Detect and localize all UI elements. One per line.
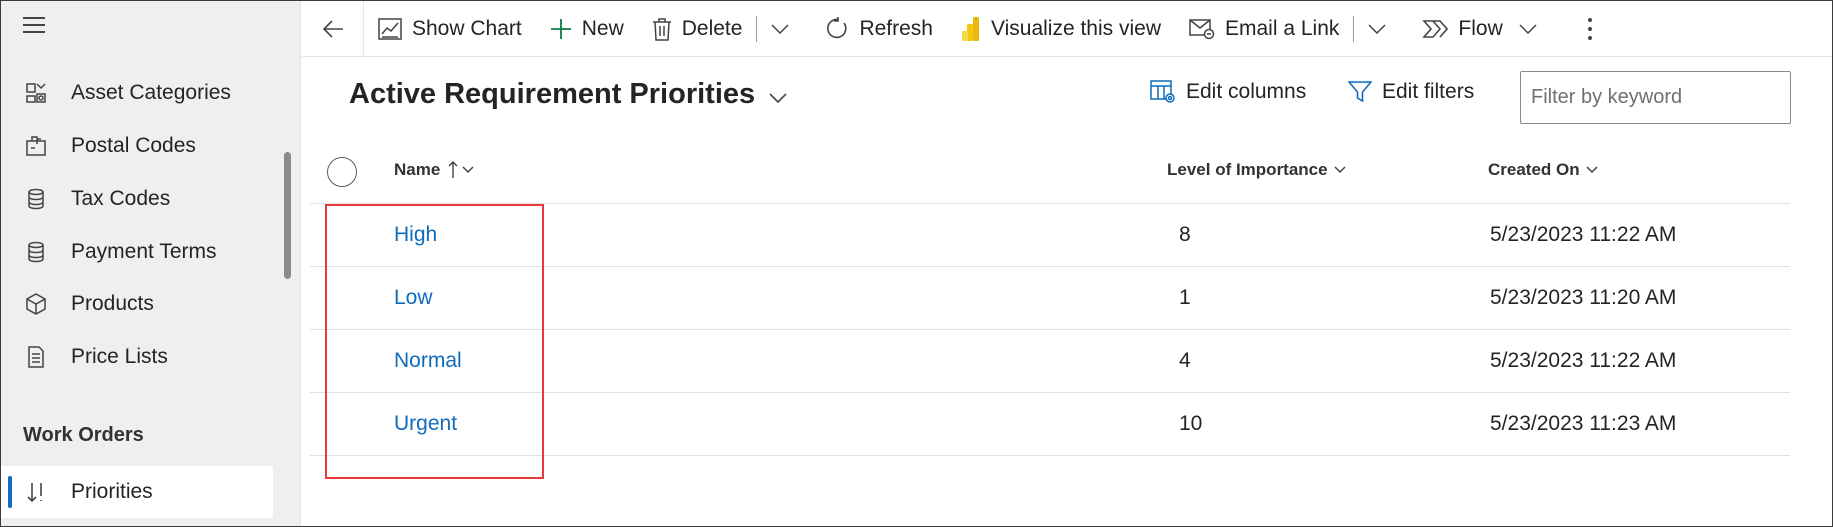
edit-filters-button[interactable]: Edit filters (1348, 80, 1474, 104)
refresh-button[interactable]: Refresh (811, 1, 947, 57)
back-arrow-icon (322, 19, 343, 38)
delete-button[interactable]: Delete (638, 1, 753, 57)
table-row[interactable]: High 8 5/23/2023 11:22 AM (310, 205, 1790, 267)
chevron-down-icon (769, 78, 787, 111)
sidebar-item-postal-codes[interactable]: Postal Codes (1, 120, 273, 172)
tax-codes-icon (23, 186, 49, 212)
row-level-of-importance: 8 (1179, 223, 1191, 246)
edit-columns-icon (1150, 80, 1176, 104)
flow-button[interactable]: Flow (1408, 1, 1508, 57)
new-button[interactable]: New (536, 1, 638, 57)
grid-header: Name Level of Importance Created On (310, 142, 1790, 204)
power-bi-icon (961, 16, 981, 42)
divider (1353, 15, 1355, 42)
trash-icon (652, 17, 672, 41)
plus-icon (550, 18, 572, 40)
chart-icon (378, 17, 402, 40)
row-level-of-importance: 10 (1179, 412, 1203, 435)
asset-categories-icon (23, 80, 49, 106)
select-all-checkbox[interactable] (327, 157, 357, 187)
edit-columns-button[interactable]: Edit columns (1150, 80, 1306, 104)
chevron-down-icon (1586, 166, 1598, 174)
sidebar-item-tax-codes[interactable]: Tax Codes (1, 173, 273, 225)
more-commands-button[interactable] (1577, 1, 1603, 57)
column-header-name[interactable]: Name (394, 160, 474, 180)
table-row[interactable]: Low 1 5/23/2023 11:20 AM (310, 268, 1790, 330)
chevron-down-icon (771, 23, 789, 34)
sidebar-item-priorities[interactable]: Priorities (1, 466, 273, 518)
row-name-link[interactable]: Low (394, 286, 433, 310)
chevron-down-icon (1368, 23, 1386, 34)
row-level-of-importance: 1 (1179, 286, 1191, 309)
priorities-icon (23, 479, 49, 505)
chevron-down-icon (1334, 166, 1346, 174)
price-lists-icon (23, 344, 49, 370)
sidebar-item-asset-categories[interactable]: Asset Categories (1, 67, 273, 119)
sort-ascending-icon (448, 161, 458, 179)
command-bar: Show Chart New Delete Refresh Visualize … (302, 0, 1832, 57)
back-button[interactable] (302, 0, 364, 57)
email-more-button[interactable] (1358, 1, 1396, 57)
sidebar-item-label: Products (71, 292, 154, 315)
sidebar-item-products[interactable]: Products (1, 278, 273, 330)
row-created-on: 5/23/2023 11:23 AM (1490, 412, 1677, 435)
row-name-link[interactable]: Urgent (394, 412, 457, 436)
row-level-of-importance: 4 (1179, 349, 1191, 372)
sidebar-item-label: Priorities (71, 480, 153, 503)
delete-more-button[interactable] (761, 1, 799, 57)
refresh-icon (825, 16, 849, 41)
products-icon (23, 291, 49, 317)
page-title: Active Requirement Priorities (349, 78, 756, 110)
filter-icon (1348, 80, 1372, 104)
email-link-icon (1189, 18, 1215, 40)
sidebar-item-label: Price Lists (71, 345, 168, 368)
table-row[interactable]: Normal 4 5/23/2023 11:22 AM (310, 331, 1790, 393)
more-vertical-icon (1587, 17, 1592, 40)
sidebar-item-label: Asset Categories (71, 81, 231, 104)
table-row[interactable]: Urgent 10 5/23/2023 11:23 AM (310, 394, 1790, 456)
flow-icon (1422, 19, 1449, 39)
sidebar-item-label: Payment Terms (71, 240, 217, 263)
flow-more-button[interactable] (1509, 1, 1547, 57)
sidebar-scrollbar[interactable] (284, 152, 291, 279)
row-name-link[interactable]: Normal (394, 349, 462, 373)
sidebar-item-payment-terms[interactable]: Payment Terms (1, 226, 273, 278)
sidebar-item-price-lists[interactable]: Price Lists (1, 331, 273, 383)
sidebar: Asset Categories Postal Codes Tax Codes … (1, 1, 301, 526)
column-header-created-on[interactable]: Created On (1488, 160, 1598, 180)
hamburger-menu-icon[interactable] (23, 17, 47, 35)
sidebar-group-title: Work Orders (23, 424, 144, 446)
sidebar-item-label: Postal Codes (71, 134, 196, 157)
divider (756, 15, 758, 42)
email-link-button[interactable]: Email a Link (1175, 1, 1349, 57)
chevron-down-icon (462, 166, 474, 174)
postal-codes-icon (23, 133, 49, 159)
row-name-link[interactable]: High (394, 223, 437, 247)
show-chart-button[interactable]: Show Chart (364, 1, 536, 57)
row-created-on: 5/23/2023 11:22 AM (1490, 223, 1677, 246)
visualize-view-button[interactable]: Visualize this view (947, 1, 1175, 57)
filter-by-keyword-input[interactable] (1520, 71, 1791, 124)
sidebar-item-label: Tax Codes (71, 187, 171, 210)
row-created-on: 5/23/2023 11:20 AM (1490, 286, 1677, 309)
row-created-on: 5/23/2023 11:22 AM (1490, 349, 1677, 372)
payment-terms-icon (23, 239, 49, 265)
column-header-level-of-importance[interactable]: Level of Importance (1167, 160, 1346, 180)
view-selector[interactable]: Active Requirement Priorities (349, 78, 787, 111)
chevron-down-icon (1519, 23, 1537, 34)
